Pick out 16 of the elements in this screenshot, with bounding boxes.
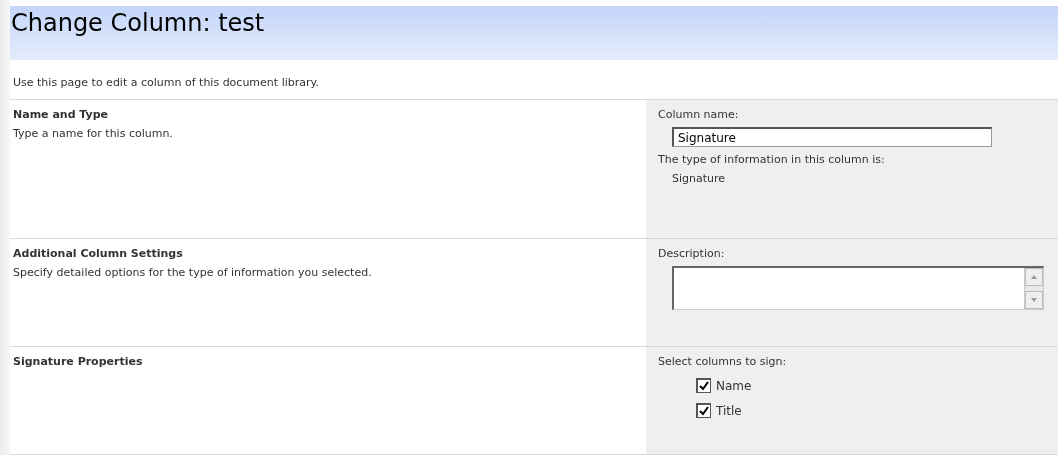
field-label: Description: xyxy=(658,247,726,261)
type-label: The type of information in this column is: xyxy=(658,153,886,167)
section-heading: Signature Properties xyxy=(13,355,144,369)
checkbox-label: Name xyxy=(716,378,752,393)
checkbox[interactable] xyxy=(696,403,711,419)
type-value: Signature xyxy=(671,172,727,186)
checkbox-label: Title xyxy=(716,403,742,418)
checkbox[interactable] xyxy=(696,378,711,394)
column-name-field[interactable]: Signature xyxy=(672,127,992,148)
field-label: Select columns to sign: xyxy=(658,355,788,369)
section-heading: Name and Type xyxy=(13,108,110,122)
section-description: Type a name for this column. xyxy=(13,127,174,141)
section-heading: Additional Column Settings xyxy=(13,247,184,261)
page-title: Change Column: test xyxy=(11,8,266,39)
field-label: Column name: xyxy=(658,108,740,122)
section-description: Specify detailed options for the type of information you selected. xyxy=(13,266,373,280)
